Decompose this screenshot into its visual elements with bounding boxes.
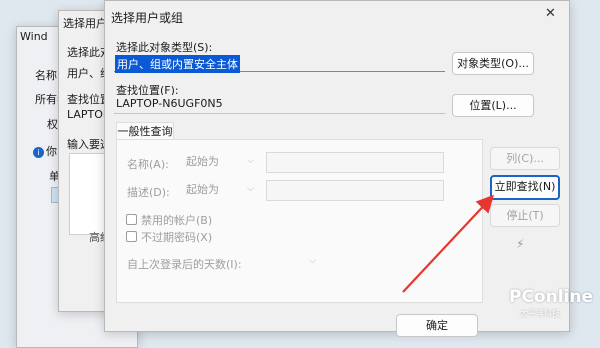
days-since-logon-select[interactable]: ⌵ (266, 253, 320, 270)
search-animation-icon: ⚡ (516, 237, 525, 251)
watermark-sub: 太平洋科技 (520, 309, 560, 318)
window-title: Wind (20, 30, 48, 43)
chevron-down-icon: ⌵ (247, 156, 254, 166)
days-since-logon-label: 自上次登录后的天数(I): (127, 258, 242, 271)
non-expiring-password-label: 不过期密码(X) (141, 231, 213, 244)
name-mode-select[interactable]: 起始为 ⌵ (182, 153, 258, 170)
close-icon[interactable]: ✕ (545, 6, 556, 21)
name-field[interactable] (266, 152, 444, 173)
name-mode-value: 起始为 (186, 155, 219, 168)
tab-common-queries[interactable]: 一般性查询 (116, 122, 174, 140)
description-label: 描述(D): (127, 186, 170, 199)
red-arrow-annotation (402, 194, 495, 293)
checkbox-box (126, 231, 137, 242)
info-icon: i (33, 147, 44, 158)
object-types-button[interactable]: 对象类型(O)... (452, 52, 534, 75)
location-value: LAPTOP-N6UGF0N5 (116, 97, 223, 110)
columns-button[interactable]: 列(C)... (490, 147, 560, 170)
chevron-down-icon: ⌵ (309, 256, 316, 266)
non-expiring-password-checkbox[interactable]: 不过期密码(X) (126, 229, 212, 245)
disabled-accounts-checkbox[interactable]: 禁用的帐户(B) (126, 212, 212, 228)
checkbox-box (126, 214, 137, 225)
description-mode-select[interactable]: 起始为 ⌵ (182, 181, 258, 198)
disabled-accounts-label: 禁用的帐户(B) (141, 214, 213, 227)
label-name: 名称 (35, 69, 57, 82)
object-type-field: 用户、组或内置安全主体 (114, 53, 445, 73)
description-mode-value: 起始为 (186, 183, 219, 196)
info-text: 你 (46, 145, 57, 158)
tab-permissions[interactable]: 权 (47, 116, 58, 132)
chevron-down-icon: ⌵ (247, 184, 254, 194)
dialog-title: 选择用户或组 (111, 11, 184, 25)
locations-button[interactable]: 位置(L)... (452, 94, 534, 117)
watermark-logo: PConline (509, 287, 594, 307)
object-type-value: 用户、组或内置安全主体 (115, 55, 240, 73)
name-label: 名称(A): (127, 158, 169, 171)
location-field: LAPTOP-N6UGF0N5 (114, 95, 445, 114)
info-row: i你 (33, 143, 57, 159)
